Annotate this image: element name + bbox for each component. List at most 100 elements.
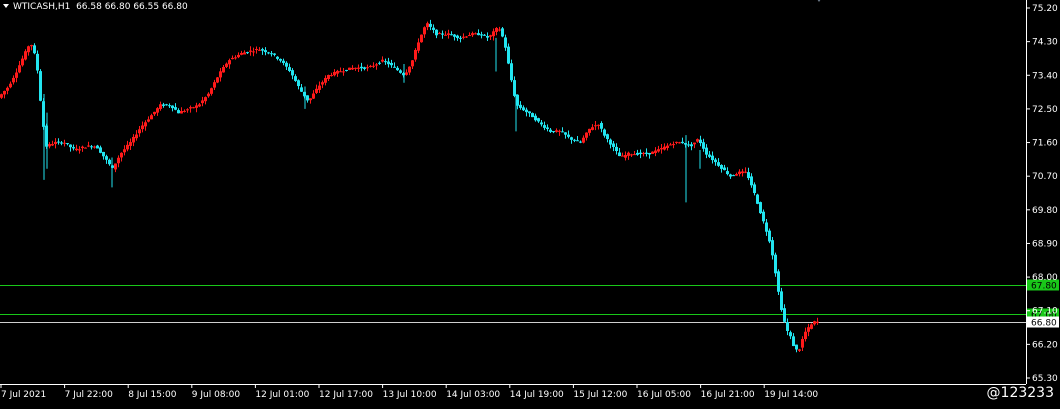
bull-candle (591, 127, 594, 130)
bull-candle (597, 124, 600, 126)
bear-candle (687, 144, 690, 146)
bear-candle (609, 139, 612, 145)
bull-candle (357, 67, 360, 69)
bear-candle (294, 76, 297, 81)
bear-candle (780, 291, 783, 310)
bear-candle (783, 308, 786, 322)
bear-candle (72, 147, 75, 149)
bear-candle (384, 61, 387, 63)
bull-candle (330, 75, 333, 77)
bull-candle (474, 33, 477, 35)
bear-candle (534, 115, 537, 121)
bear-candle (543, 125, 546, 128)
bull-candle (141, 125, 144, 130)
bull-candle (129, 142, 132, 146)
bull-candle (810, 324, 813, 329)
bull-candle (804, 331, 807, 340)
bull-candle (489, 35, 492, 37)
bull-candle (642, 152, 645, 154)
price-tag-label: 66.80 (1031, 319, 1057, 329)
bull-candle (156, 108, 159, 113)
y-tick-label: 65.30 (1032, 374, 1058, 384)
bear-candle (459, 37, 462, 39)
bull-candle (114, 163, 117, 170)
bear-candle (36, 53, 39, 71)
bear-candle (264, 50, 267, 53)
bear-candle (90, 146, 93, 148)
bear-candle (105, 156, 108, 160)
bear-candle (165, 104, 168, 106)
bear-candle (759, 202, 762, 214)
bull-candle (24, 51, 27, 60)
bull-candle (369, 65, 372, 67)
bull-candle (438, 33, 441, 35)
bear-candle (612, 143, 615, 147)
bear-candle (792, 336, 795, 347)
bull-candle (213, 82, 216, 88)
bull-candle (354, 67, 357, 69)
bear-candle (507, 46, 510, 64)
bull-candle (159, 104, 162, 109)
bull-candle (3, 90, 6, 95)
bear-candle (504, 37, 507, 48)
bear-candle (477, 33, 480, 36)
bull-candle (423, 27, 426, 35)
dropdown-triangle-icon[interactable] (3, 4, 9, 8)
bull-candle (78, 149, 81, 151)
one-click-trading-arrow-icon[interactable] (814, 0, 824, 4)
bull-candle (417, 42, 420, 51)
bull-candle (126, 144, 129, 150)
bear-candle (456, 35, 459, 39)
bull-candle (27, 46, 30, 53)
x-tick-label: 8 Jul 15:00 (128, 390, 177, 400)
bull-candle (663, 146, 666, 150)
bear-candle (162, 104, 165, 106)
bull-candle (627, 152, 630, 156)
bull-candle (54, 141, 57, 144)
bull-candle (132, 136, 135, 143)
bull-candle (198, 104, 201, 107)
bear-candle (525, 109, 528, 113)
bull-candle (318, 85, 321, 90)
bear-candle (300, 87, 303, 92)
bull-candle (84, 147, 87, 149)
bull-candle (231, 57, 234, 60)
bull-candle (186, 109, 189, 111)
bear-candle (432, 27, 435, 30)
bull-candle (216, 77, 219, 83)
bull-candle (0, 94, 3, 98)
bear-candle (276, 56, 279, 59)
bull-candle (117, 157, 120, 164)
bear-candle (603, 129, 606, 136)
bear-candle (39, 71, 42, 101)
symbol-header: WTICASH,H1 66.58 66.80 66.55 66.80 (3, 2, 188, 12)
bull-candle (555, 130, 558, 132)
bear-candle (699, 139, 702, 144)
bull-candle (669, 144, 672, 146)
bear-candle (66, 143, 69, 145)
bear-candle (720, 165, 723, 169)
bull-candle (324, 77, 327, 83)
bull-candle (258, 49, 261, 51)
bear-candle (522, 107, 525, 111)
bear-candle (501, 28, 504, 37)
bull-candle (375, 64, 378, 66)
bull-candle (120, 152, 123, 158)
bull-candle (675, 141, 678, 143)
x-tick-label: 12 Jul 17:00 (319, 390, 373, 400)
bull-candle (312, 93, 315, 99)
y-tick-label: 73.40 (1032, 71, 1058, 81)
bull-candle (189, 107, 192, 109)
bear-candle (618, 152, 621, 157)
bull-candle (447, 33, 450, 36)
y-tick-label: 66.20 (1032, 340, 1058, 350)
bear-candle (102, 151, 105, 157)
bear-candle (567, 134, 570, 137)
bear-candle (579, 141, 582, 143)
bear-candle (513, 80, 516, 96)
bear-candle (390, 62, 393, 66)
bull-candle (9, 83, 12, 88)
bear-candle (708, 154, 711, 157)
bull-candle (12, 77, 15, 83)
y-tick-label: 71.60 (1032, 139, 1058, 149)
